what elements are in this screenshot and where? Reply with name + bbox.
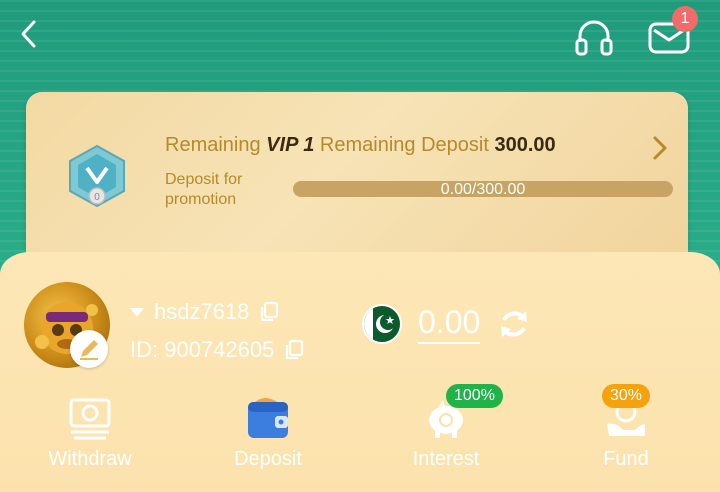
- withdraw-label: Withdraw: [48, 448, 132, 470]
- fund-button[interactable]: 30% Fund: [566, 384, 686, 472]
- vip-progress-text: 0.00/300.00: [440, 181, 526, 198]
- vip-level-number: 0: [94, 192, 100, 203]
- remaining-deposit-label: Remaining Deposit: [319, 134, 489, 156]
- edit-avatar-button[interactable]: [70, 330, 108, 368]
- quick-actions: Withdraw Deposit 100% Interest 30% Fund: [0, 384, 720, 482]
- cash-icon: [69, 398, 111, 440]
- remaining-label: Remaining: [165, 134, 261, 156]
- interest-rate-badge: 100%: [446, 384, 503, 408]
- wallet-icon: [248, 398, 288, 438]
- username-row: hsdz7618: [130, 299, 279, 325]
- top-bar: 1: [0, 0, 720, 80]
- headset-icon[interactable]: [572, 16, 616, 60]
- wallet-screen: 1 0 Remaining VIP 1 Remaining Deposit 30…: [0, 0, 720, 492]
- interest-label: Interest: [412, 448, 480, 470]
- deposit-label: Deposit: [234, 448, 302, 470]
- vip-name: VIP 1: [266, 134, 315, 156]
- fund-rate-badge: 30%: [602, 384, 651, 408]
- vip-progress-bar: 0.00/300.00: [293, 181, 673, 198]
- fund-label: Fund: [603, 448, 649, 470]
- pencil-icon: [80, 340, 98, 360]
- deposit-button[interactable]: Deposit: [208, 392, 328, 472]
- copy-icon[interactable]: [259, 301, 279, 323]
- refresh-icon[interactable]: [496, 306, 532, 342]
- user-id-row: ID: 900742605: [130, 337, 304, 363]
- mail-badge: 1: [672, 6, 698, 32]
- deposit-promotion-label: Deposit for promotion: [165, 171, 243, 208]
- remaining-deposit-value: 300.00: [494, 134, 556, 156]
- pakistan-flag-icon[interactable]: [362, 304, 402, 344]
- balance-amount: 0.00: [418, 304, 481, 344]
- dropdown-triangle-icon[interactable]: [130, 307, 144, 317]
- vip-status-line: Remaining VIP 1 Remaining Deposit 300.00: [165, 134, 556, 157]
- interest-button[interactable]: 100% Interest: [386, 384, 506, 472]
- user-id: ID: 900742605: [130, 337, 275, 362]
- chevron-right-icon[interactable]: [650, 134, 670, 162]
- back-arrow-icon[interactable]: [14, 16, 46, 52]
- withdraw-button[interactable]: Withdraw: [30, 392, 150, 472]
- copy-icon[interactable]: [284, 339, 304, 361]
- account-panel: hsdz7618 ID: 900742605 0.00 Withdraw Dep…: [0, 252, 720, 492]
- vip-shield-icon: 0: [69, 144, 125, 208]
- username: hsdz7618: [154, 299, 250, 324]
